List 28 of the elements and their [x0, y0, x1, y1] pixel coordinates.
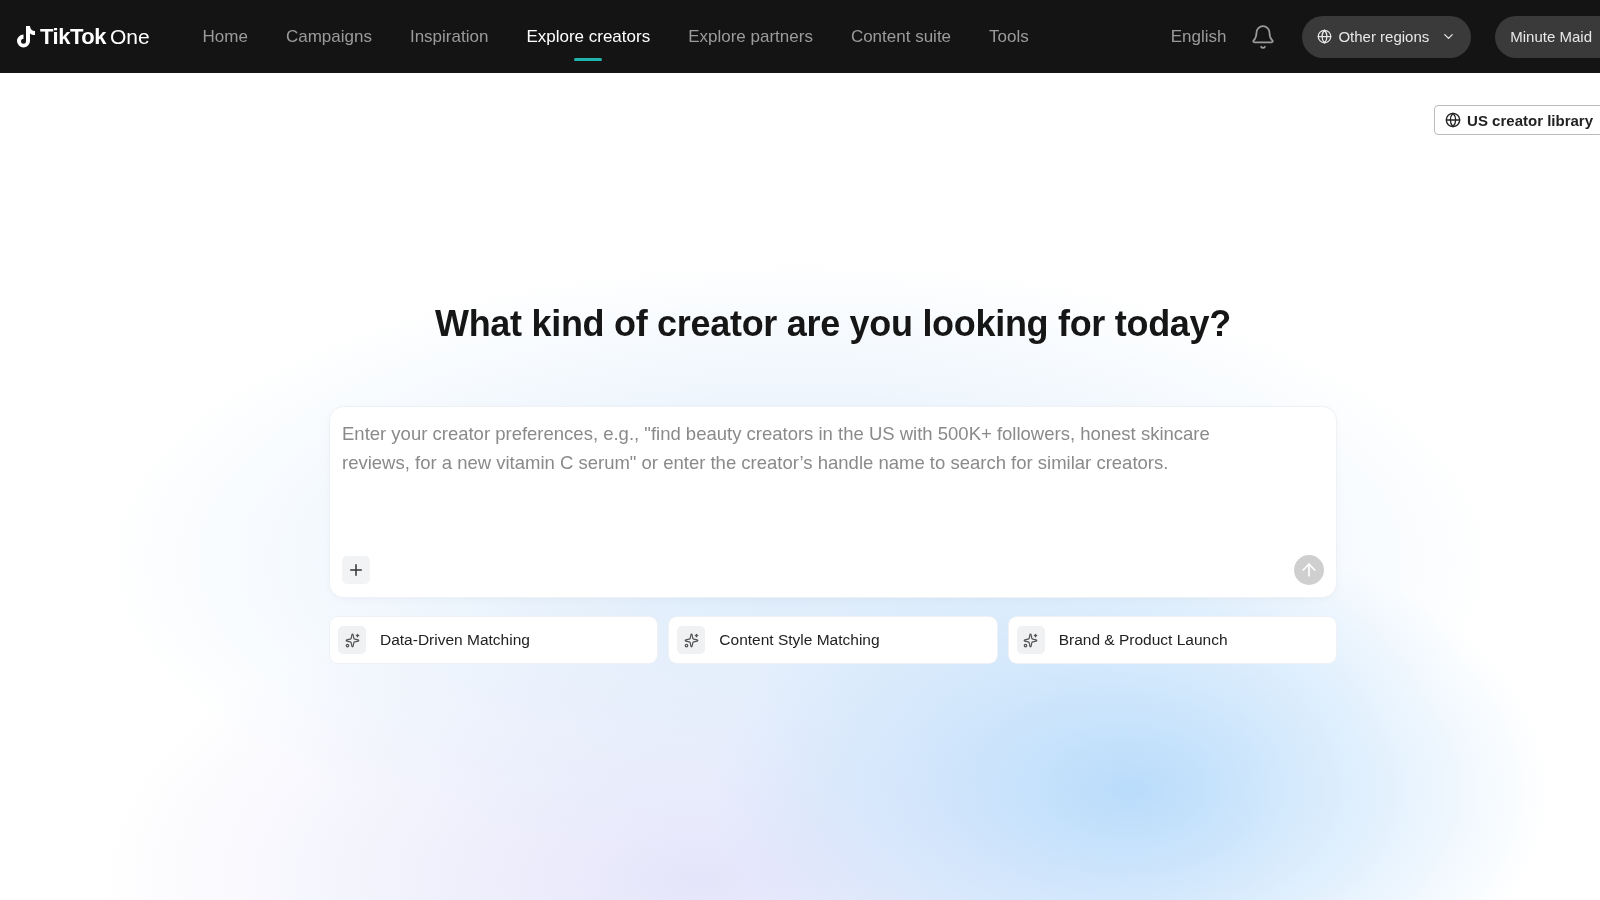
region-dropdown[interactable]: Other regions	[1302, 15, 1472, 58]
sparkle-icon	[338, 626, 366, 654]
page-heading: What kind of creator are you looking for today?	[435, 303, 1231, 345]
account-button[interactable]: Minute Maid	[1495, 15, 1600, 58]
nav-tab[interactable]: Tools	[970, 0, 1048, 73]
suggestion-button[interactable]: Content Style Matching	[669, 617, 997, 663]
sparkle-icon	[1016, 626, 1045, 654]
plus-icon	[347, 561, 365, 579]
nav-tab[interactable]: Explore creators	[507, 0, 670, 73]
nav-tab[interactable]: Home	[183, 0, 267, 73]
add-button[interactable]	[342, 556, 370, 584]
language-link[interactable]: English	[1170, 26, 1227, 47]
prompt-field[interactable]: Enter your creator preferences, e.g., "find beauty creators in the US with 500K+ followers, honest skincare reviews, for a new vitamin C serum" or enter the creator’s handle name to search for similar creators.	[342, 419, 1324, 555]
nav-tab[interactable]: Inspiration	[390, 0, 508, 73]
suggestion-button[interactable]: Data-Driven Matching	[330, 617, 658, 663]
nav-tab[interactable]: Content suite	[831, 0, 971, 73]
globe-icon	[1445, 112, 1462, 128]
suggestion-button[interactable]: Brand & Product Launch	[1008, 617, 1336, 663]
nav-tab[interactable]: Campaigns	[266, 0, 391, 73]
logo-text: TikTok	[40, 23, 106, 50]
globe-icon	[1317, 29, 1333, 44]
notification-bell-icon[interactable]	[1250, 23, 1277, 50]
prompt-box[interactable]	[330, 407, 1336, 597]
logo-subtitle: One	[109, 24, 150, 49]
sparkle-icon	[677, 626, 706, 654]
nav-tab[interactable]: Explore partners	[669, 0, 832, 73]
music-note-icon	[16, 24, 36, 49]
creator-library-button[interactable]: US creator library	[1434, 105, 1600, 135]
